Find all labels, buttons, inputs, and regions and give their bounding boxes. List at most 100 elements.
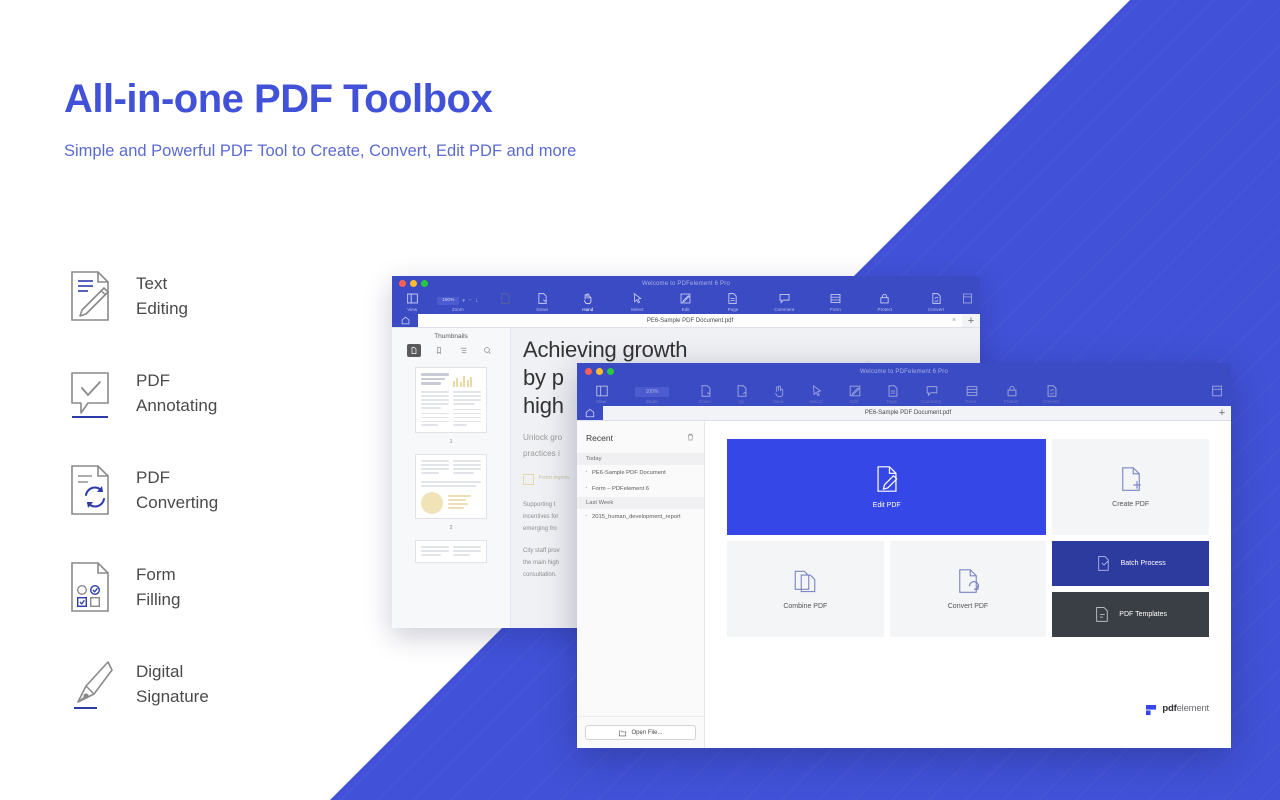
toolbar-zoom-group[interactable]: 100% ▾ − ↓ Zoom: [426, 296, 489, 312]
page-thumbnail-icon[interactable]: [407, 344, 422, 357]
feature-item-form-filling: Form Filling: [64, 559, 218, 615]
recent-panel-header: Recent: [577, 421, 704, 453]
toolbar-button-page[interactable]: Page: [873, 384, 911, 404]
document-tab[interactable]: PE6-Sample PDF Document.pdf ×: [418, 314, 962, 327]
zoom-out-icon[interactable]: −: [468, 297, 472, 304]
window-traffic-lights[interactable]: [585, 368, 614, 375]
close-window-button[interactable]: [585, 368, 592, 375]
thumbnails-panel-tabs[interactable]: [392, 344, 510, 363]
close-icon[interactable]: ×: [952, 317, 956, 324]
toolbar-button-protect[interactable]: Protect: [859, 292, 910, 312]
tile-edit-pdf[interactable]: Edit PDF: [727, 439, 1047, 535]
pdfelement-wordmark: pdfelement: [1162, 703, 1209, 714]
maximize-window-button[interactable]: [421, 280, 428, 287]
document-pencil-icon: [64, 268, 116, 324]
toolbar-button-hand[interactable]: Hand: [563, 292, 612, 312]
toolbar-button-view[interactable]: View: [585, 384, 617, 404]
zoom-value[interactable]: 100%: [437, 296, 460, 305]
thumbnail-page[interactable]: [415, 539, 487, 563]
open-file-button[interactable]: Open File...: [585, 725, 696, 740]
download-icon: [499, 292, 512, 305]
toolbar-button-properties[interactable]: [1210, 384, 1223, 404]
open-file-label: Open File...: [631, 729, 663, 736]
toolbar-button-download-disabled[interactable]: [489, 292, 521, 312]
toolbar-label-down: Down: [699, 399, 711, 404]
feature-line1: Text: [136, 273, 168, 293]
recent-file-item[interactable]: 2015_human_development_report: [577, 509, 704, 525]
pdfelement-window-foreground[interactable]: Welcome to PDFelement 6 Pro View 100% Zo…: [577, 363, 1231, 748]
toolbar-button-up[interactable]: Up: [723, 384, 759, 404]
outline-icon[interactable]: [456, 344, 470, 357]
toolbar-label-protect: Protect: [1003, 399, 1019, 404]
toolbar-button-form[interactable]: Form: [812, 292, 859, 312]
hand-icon: [772, 384, 785, 398]
toolbar-button-convert[interactable]: Convert: [910, 292, 961, 312]
new-tab-button[interactable]: +: [962, 314, 980, 327]
toolbar-button-hand[interactable]: Hand: [759, 384, 797, 404]
convert-icon: [930, 292, 943, 305]
recent-panel-title: Recent: [586, 433, 613, 443]
zoom-value[interactable]: 100%: [634, 387, 670, 397]
minimize-window-button[interactable]: [410, 280, 417, 287]
toolbar-button-form[interactable]: Form: [951, 384, 991, 404]
tile-create-pdf[interactable]: Create PDF: [1052, 439, 1209, 535]
feature-line1: Digital: [136, 661, 184, 681]
thumbnail-page[interactable]: [415, 454, 487, 519]
toolbar-button-page[interactable]: Page: [709, 292, 756, 312]
thumbnail-page[interactable]: [415, 367, 487, 434]
tile-label-batch-process: Batch Process: [1120, 560, 1166, 567]
front-window-title: Welcome to PDFelement 6 Pro: [860, 368, 948, 375]
tile-label-combine-pdf: Combine PDF: [783, 603, 828, 610]
tile-convert-pdf[interactable]: Convert PDF: [889, 541, 1047, 637]
zoom-in-icon[interactable]: ↓: [475, 297, 479, 304]
new-tab-button[interactable]: +: [1213, 406, 1231, 420]
back-window-tabbar[interactable]: PE6-Sample PDF Document.pdf × +: [392, 314, 980, 328]
toolbar-button-comment[interactable]: Comment: [911, 384, 951, 404]
tile-batch-process[interactable]: Batch Process: [1052, 541, 1209, 586]
toolbar-button-convert[interactable]: Convert: [1031, 384, 1071, 404]
bookmark-icon[interactable]: [432, 344, 446, 357]
toolbar-button-down[interactable]: Down: [521, 292, 563, 312]
close-window-button[interactable]: [399, 280, 406, 287]
toolbar-button-comment[interactable]: Comment: [757, 292, 812, 312]
callout-icon: [523, 473, 534, 485]
tile-label-create-pdf: Create PDF: [1112, 501, 1150, 508]
recent-file-item[interactable]: Form – PDFelement 6: [577, 481, 704, 497]
toolbar-button-edit[interactable]: Edit: [662, 292, 709, 312]
toolbar-label-down: Down: [536, 307, 549, 312]
tile-combine-pdf[interactable]: Combine PDF: [727, 541, 884, 637]
toolbar-button-select[interactable]: Select: [612, 292, 661, 312]
window-traffic-lights[interactable]: [399, 280, 428, 287]
feature-line2: Converting: [136, 493, 219, 512]
toolbar-button-select[interactable]: Select: [797, 384, 835, 404]
toolbar-button-down[interactable]: Down: [687, 384, 723, 404]
download-icon: [699, 384, 712, 397]
chevron-down-icon[interactable]: ▾: [462, 298, 465, 304]
front-window-toolbar[interactable]: View 100% Zoom Down Up Hand Select Edit …: [577, 380, 1231, 406]
toolbar-button-protect[interactable]: Protect: [991, 384, 1031, 404]
front-window-tabbar[interactable]: PE6-Sample PDF Document.pdf +: [577, 406, 1231, 421]
lock-icon: [1005, 384, 1018, 397]
toolbar-button-edit[interactable]: Edit: [835, 384, 873, 404]
back-window-toolbar[interactable]: View 100% ▾ − ↓ Zoom Down Hand Select Ed…: [392, 291, 980, 314]
home-tab-button[interactable]: [577, 406, 603, 420]
search-icon[interactable]: [481, 344, 495, 357]
thumbnails-panel[interactable]: Thumbnails 1 2: [392, 328, 511, 628]
edit-icon: [679, 292, 692, 305]
document-refresh-icon: [956, 568, 980, 594]
document-tab[interactable]: PE6-Sample PDF Document.pdf: [603, 406, 1213, 420]
tile-pdf-templates[interactable]: PDF Templates: [1052, 592, 1209, 637]
maximize-window-button[interactable]: [607, 368, 614, 375]
toolbar-zoom-group[interactable]: 100% Zoom: [617, 387, 687, 404]
trash-icon[interactable]: [686, 429, 695, 447]
back-window-title: Welcome to PDFelement 6 Pro: [642, 280, 730, 287]
toolbar-button-view[interactable]: View: [398, 292, 426, 312]
home-icon: [585, 408, 595, 418]
minimize-window-button[interactable]: [596, 368, 603, 375]
recent-panel[interactable]: Recent Today PE6-Sample PDF Document For…: [577, 421, 705, 748]
thumbnails-list[interactable]: 1 2: [392, 363, 510, 628]
recent-file-item[interactable]: PE6-Sample PDF Document: [577, 465, 704, 481]
toolbar-button-properties[interactable]: [962, 292, 974, 312]
home-tab-button[interactable]: [392, 314, 418, 327]
home-icon: [401, 316, 409, 325]
